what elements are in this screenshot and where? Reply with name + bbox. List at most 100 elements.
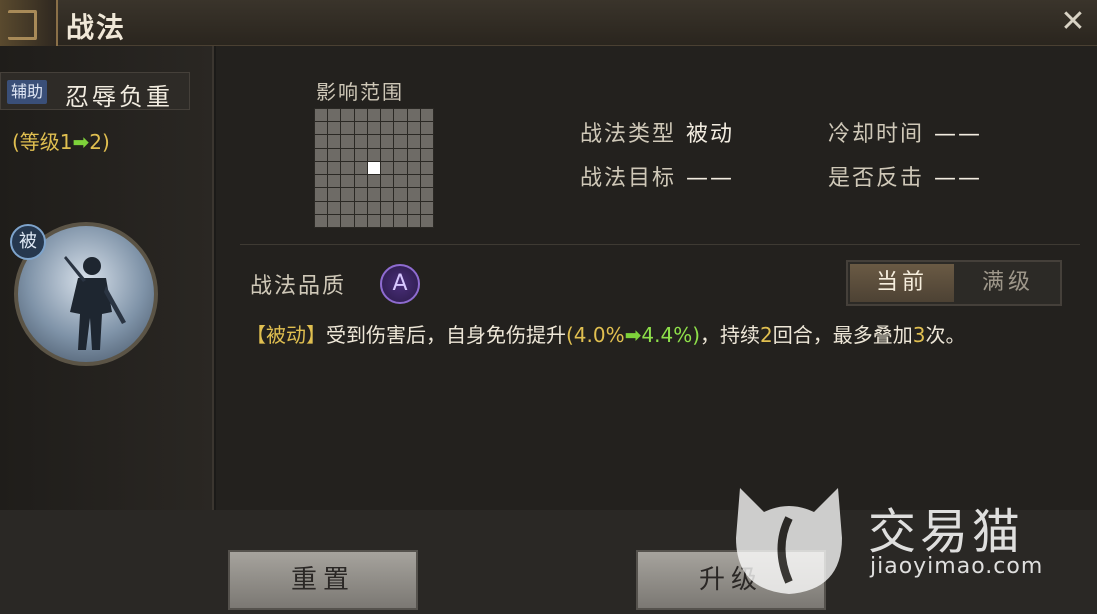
range-cell bbox=[341, 161, 354, 175]
range-cell bbox=[407, 135, 420, 148]
skill-detail-panel: 影响范围 战法类型 被动 冷却时间 —— 战法目标 —— 是否反击 —— 战法品质 A … bbox=[216, 46, 1097, 510]
range-cell bbox=[328, 135, 341, 148]
range-cell bbox=[420, 148, 433, 161]
range-cell bbox=[354, 188, 367, 201]
range-cell bbox=[420, 201, 433, 214]
range-cell bbox=[381, 175, 394, 188]
skill-description: 【被动】受到伤害后，自身免伤提升(4.0%➡4.4%)，持续2回合，最多叠加3次… bbox=[246, 318, 1086, 352]
range-label: 影响范围 bbox=[316, 80, 404, 104]
range-cell bbox=[407, 175, 420, 188]
range-cell bbox=[328, 109, 341, 122]
info-counter: 是否反击 —— bbox=[828, 160, 982, 192]
range-cell bbox=[394, 201, 407, 214]
range-cell bbox=[394, 188, 407, 201]
cat-logo-icon bbox=[736, 488, 842, 594]
skill-summary-panel: 辅助 忍辱负重 (等级1➡2) 被 bbox=[0, 46, 214, 510]
title-ornament-icon bbox=[0, 0, 58, 46]
range-grid bbox=[314, 108, 434, 228]
info-target: 战法目标 —— bbox=[580, 160, 734, 192]
skill-name-box: 辅助 忍辱负重 bbox=[0, 72, 190, 111]
close-icon[interactable]: ✕ bbox=[1057, 6, 1089, 38]
range-cell bbox=[407, 214, 420, 227]
watermark-en: jiaoyimao.com bbox=[870, 554, 1044, 579]
desc-tag: 【被动】 bbox=[246, 323, 326, 347]
range-cell-center bbox=[367, 161, 381, 175]
range-cell bbox=[367, 188, 381, 201]
range-cell bbox=[354, 214, 367, 227]
range-cell bbox=[420, 214, 433, 227]
range-cell bbox=[394, 175, 407, 188]
info-type-value: 被动 bbox=[686, 122, 735, 147]
range-cell bbox=[354, 122, 367, 135]
passive-badge: 被 bbox=[10, 224, 46, 260]
range-cell bbox=[328, 188, 341, 201]
range-cell bbox=[367, 214, 381, 227]
range-cell bbox=[315, 201, 328, 214]
range-cell bbox=[394, 109, 407, 122]
level-from: (等级1 bbox=[12, 130, 73, 154]
desc-text-4: 次。 bbox=[925, 323, 966, 347]
range-cell bbox=[420, 188, 433, 201]
skill-name: 忍辱负重 bbox=[65, 83, 173, 111]
range-cell bbox=[420, 109, 433, 122]
range-cell bbox=[381, 135, 394, 148]
range-cell bbox=[354, 148, 367, 161]
range-cell bbox=[341, 135, 354, 148]
desc-stacks: 3 bbox=[912, 323, 926, 347]
tab-max-level[interactable]: 满级 bbox=[956, 264, 1060, 302]
level-toggle: 当前 满级 bbox=[846, 260, 1062, 306]
desc-text-3: 回合，最多叠加 bbox=[772, 323, 913, 347]
range-cell bbox=[394, 135, 407, 148]
range-cell bbox=[354, 161, 367, 175]
window-title: 战法 bbox=[66, 11, 127, 44]
arrow-right-icon: ➡ bbox=[624, 323, 642, 347]
range-cell bbox=[420, 175, 433, 188]
watermark-cn: 交易猫 bbox=[868, 504, 1025, 560]
reset-button[interactable]: 重置 bbox=[228, 550, 418, 610]
range-cell bbox=[354, 175, 367, 188]
level-to: 2) bbox=[89, 130, 110, 154]
range-cell bbox=[328, 214, 341, 227]
info-cooldown-value: —— bbox=[934, 122, 983, 147]
title-bar: 战法 ✕ bbox=[0, 0, 1097, 46]
range-cell bbox=[315, 214, 328, 227]
range-cell bbox=[354, 109, 367, 122]
range-cell bbox=[367, 122, 381, 135]
range-cell bbox=[394, 214, 407, 227]
desc-new-value: 4.4%) bbox=[641, 323, 701, 347]
range-cell bbox=[381, 109, 394, 122]
range-cell bbox=[407, 109, 420, 122]
range-cell bbox=[315, 122, 328, 135]
desc-old-value: (4.0% bbox=[566, 323, 625, 347]
info-type: 战法类型 被动 bbox=[580, 116, 734, 148]
range-cell bbox=[381, 201, 394, 214]
range-cell bbox=[407, 161, 420, 175]
range-cell bbox=[394, 122, 407, 135]
level-change: (等级1➡2) bbox=[12, 126, 110, 155]
range-cell bbox=[381, 188, 394, 201]
range-cell bbox=[341, 188, 354, 201]
desc-text-1: 受到伤害后，自身免伤提升 bbox=[326, 323, 566, 347]
range-cell bbox=[407, 188, 420, 201]
range-cell bbox=[420, 122, 433, 135]
range-cell bbox=[328, 148, 341, 161]
range-cell bbox=[315, 188, 328, 201]
info-type-key: 战法类型 bbox=[580, 122, 677, 147]
quality-label: 战法品质 bbox=[250, 274, 347, 299]
desc-rounds: 2 bbox=[760, 323, 773, 347]
range-cell bbox=[328, 161, 341, 175]
divider bbox=[240, 244, 1080, 245]
range-cell bbox=[328, 122, 341, 135]
range-cell bbox=[341, 109, 354, 122]
range-cell bbox=[407, 122, 420, 135]
range-cell bbox=[407, 148, 420, 161]
range-cell bbox=[394, 148, 407, 161]
range-cell bbox=[367, 135, 381, 148]
info-target-key: 战法目标 bbox=[580, 166, 677, 191]
range-cell bbox=[381, 161, 394, 175]
range-cell bbox=[315, 148, 328, 161]
desc-text-2: ，持续 bbox=[700, 323, 761, 347]
range-cell bbox=[315, 109, 328, 122]
tab-current[interactable]: 当前 bbox=[850, 264, 954, 302]
range-cell bbox=[341, 175, 354, 188]
